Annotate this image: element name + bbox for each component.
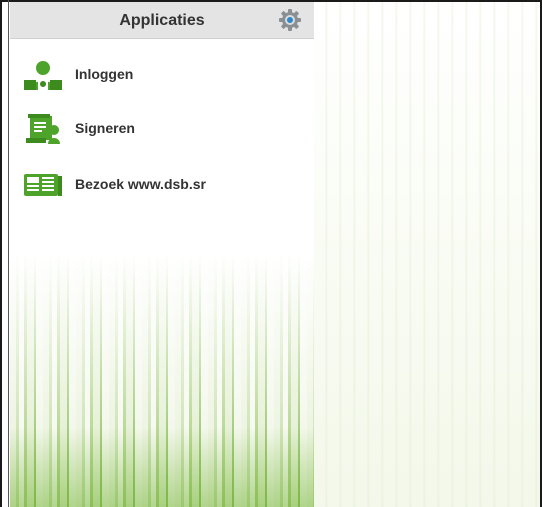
- menu-item-signeren[interactable]: Signeren: [10, 106, 310, 150]
- user-login-icon: [24, 60, 62, 90]
- menu-item-inloggen[interactable]: Inloggen: [10, 52, 310, 96]
- background-decoration: [314, 2, 540, 507]
- frame-left-border: [0, 0, 2, 507]
- menu-item-label: Bezoek www.dsb.sr: [75, 176, 206, 192]
- menu-item-label: Inloggen: [75, 66, 134, 82]
- gear-icon[interactable]: [278, 8, 302, 32]
- title-bar: Applicaties: [10, 2, 314, 39]
- app-screen: Applicaties Inloggen Signeren Bezoek www…: [10, 2, 314, 507]
- bottom-grass-decoration: [10, 427, 314, 507]
- page-title: Applicaties: [119, 12, 205, 29]
- sign-document-icon: [24, 114, 62, 144]
- newspaper-icon: [24, 170, 62, 200]
- menu-item-label: Signeren: [75, 120, 135, 136]
- menu-item-bezoek-website[interactable]: Bezoek www.dsb.sr: [10, 162, 310, 206]
- frame-inner-border: [8, 0, 9, 507]
